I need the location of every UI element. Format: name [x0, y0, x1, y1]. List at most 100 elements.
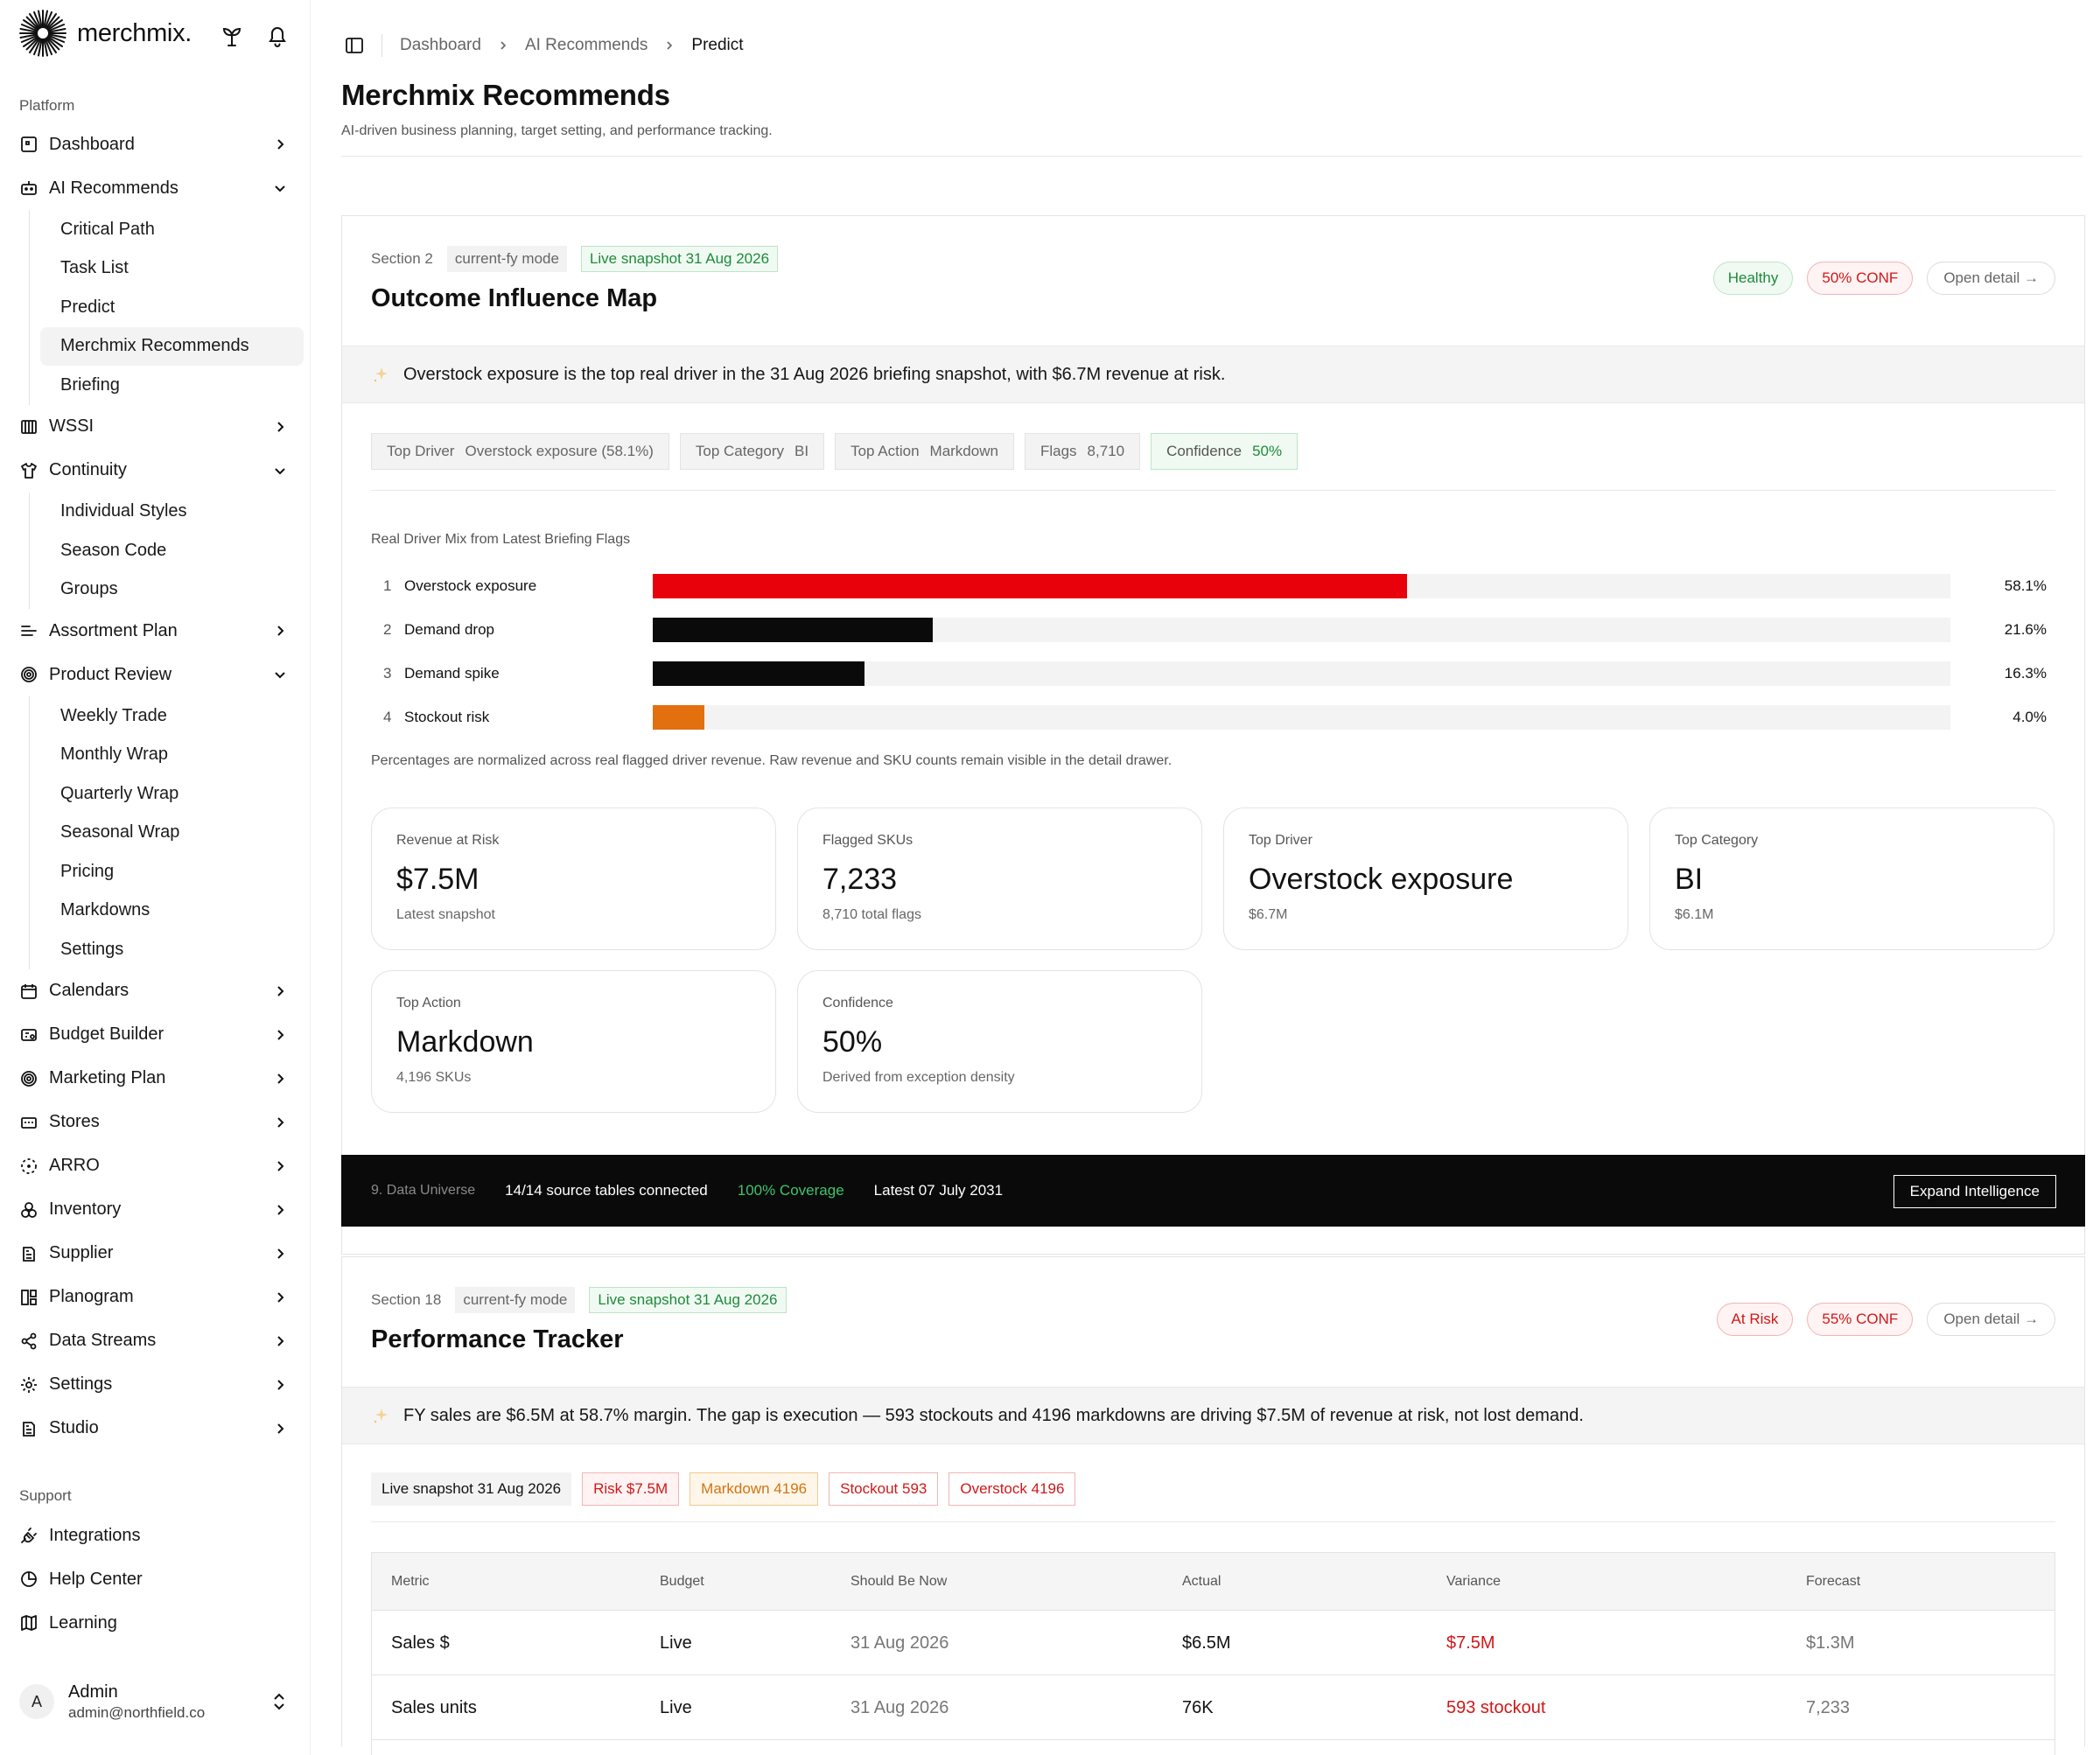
driver-mix: 1 Overstock exposure 58.1% 2 Demand drop…: [371, 566, 2055, 741]
dashboard-icon: [19, 135, 38, 154]
chip-stockout: Stockout 593: [829, 1472, 939, 1506]
column-header-metric[interactable]: Metric: [391, 1574, 430, 1590]
kpi-label: Top Action: [396, 996, 461, 1010]
driver-bar: [653, 661, 864, 686]
expand-intelligence-button[interactable]: Expand Intelligence: [1893, 1175, 2056, 1208]
plug-icon: [19, 1526, 38, 1545]
kpi-card-confidence[interactable]: Confidence 50% Derived from exception de…: [797, 970, 1202, 1113]
kpi-card-top-action[interactable]: Top Action Markdown 4,196 SKUs: [371, 970, 776, 1113]
chevron-right-icon: [277, 985, 284, 996]
breadcrumb-dashboard[interactable]: Dashboard: [400, 36, 481, 55]
sidebar-subitem-seasonal-wrap[interactable]: Seasonal Wrap: [40, 814, 304, 853]
target-icon: [19, 1069, 38, 1088]
chevron-right-icon: [277, 1423, 284, 1434]
sidebar-subitem-merchmix-recommends[interactable]: Merchmix Recommends: [40, 326, 304, 366]
sidebar-subitem-monthly-wrap[interactable]: Monthly Wrap: [40, 736, 304, 775]
sidebar-subitem-settings[interactable]: Settings: [40, 930, 304, 969]
sidebar-subitem-pricing[interactable]: Pricing: [40, 852, 304, 891]
store-icon: [19, 1113, 38, 1132]
sidebar-item-arro[interactable]: ARRO: [0, 1144, 310, 1188]
sidebar-item-marketing-plan[interactable]: Marketing Plan: [0, 1057, 310, 1101]
sidebar-item-integrations[interactable]: Integrations: [0, 1514, 310, 1557]
sidebar-subitem-groups[interactable]: Groups: [40, 570, 304, 610]
kpi-value: 7,233: [822, 863, 898, 896]
section-label: Section 18: [371, 1291, 442, 1308]
mode-tag: current-fy mode: [446, 246, 567, 272]
driver-row[interactable]: 1 Overstock exposure 58.1%: [371, 566, 2055, 610]
chevron-right-icon: [277, 1379, 284, 1390]
sidebar-item-label: Calendars: [49, 981, 130, 1000]
sidebar-item-inventory[interactable]: Inventory: [0, 1188, 310, 1232]
kpi-card-flagged-skus[interactable]: Flagged SKUs 7,233 8,710 total flags: [797, 808, 1202, 950]
sidebar-item-assortment-plan[interactable]: Assortment Plan: [0, 609, 310, 653]
sidebar-item-wssi[interactable]: WSSI: [0, 405, 310, 449]
table-row[interactable]: Sales units Live 31 Aug 2026 76K 593 sto…: [372, 1675, 2054, 1740]
open-detail-button[interactable]: Open detail →: [1927, 1303, 2055, 1336]
column-header-variance[interactable]: Variance: [1446, 1574, 1501, 1590]
breadcrumb-predict: Predict: [691, 36, 744, 54]
sidebar-subitem-predict[interactable]: Predict: [40, 288, 304, 327]
sidebar-subitem-season-code[interactable]: Season Code: [40, 531, 304, 570]
sidebar-item-label: Dashboard: [49, 134, 135, 154]
kpi-subtext: Derived from exception density: [822, 1070, 1015, 1085]
data-universe-label: 9. Data Universe: [371, 1183, 476, 1198]
sidebar-item-supplier[interactable]: Supplier: [0, 1232, 310, 1276]
driver-bar-track: [653, 574, 1950, 598]
chevrons-up-down-icon[interactable]: [270, 1691, 289, 1712]
column-header-actual[interactable]: Actual: [1182, 1574, 1221, 1590]
sidebar-subitem-weekly-trade[interactable]: Weekly Trade: [40, 696, 304, 736]
sidebar-item-continuity[interactable]: Continuity: [0, 449, 310, 493]
sidebar-item-stores[interactable]: Stores: [0, 1101, 310, 1144]
performance-tracker-card: Section 18 current-fy mode Live snapshot…: [341, 1256, 2085, 1755]
kpi-card-top-driver[interactable]: Top Driver Overstock exposure $6.7M: [1223, 808, 1628, 950]
sidebar-subitem-individual-styles[interactable]: Individual Styles: [40, 493, 304, 532]
source-tables-status: 14/14 source tables connected: [505, 1182, 708, 1199]
sidebar-subitem-markdowns[interactable]: Markdowns: [40, 891, 304, 931]
driver-name: Overstock exposure: [404, 577, 537, 594]
sidebar-subitem-task-list[interactable]: Task List: [40, 249, 304, 289]
kpi-label: Top Category: [1675, 833, 1759, 848]
sidebar-subitem-quarterly-wrap[interactable]: Quarterly Wrap: [40, 774, 304, 814]
sidebar-item-product-review[interactable]: Product Review: [0, 653, 310, 696]
sidebar-subitem-briefing[interactable]: Briefing: [40, 366, 304, 405]
sidebar-item-help-center[interactable]: Help Center: [0, 1557, 310, 1601]
boxes-icon: [19, 1200, 38, 1220]
bell-icon[interactable]: [264, 23, 290, 49]
sidebar-item-label: Studio: [49, 1418, 99, 1437]
driver-row[interactable]: 4 Stockout risk 4.0%: [371, 697, 2055, 741]
kpi-card-revenue-at-risk[interactable]: Revenue at Risk $7.5M Latest snapshot: [371, 808, 776, 950]
sidebar-item-settings[interactable]: Settings: [0, 1363, 310, 1407]
sidebar-item-label: Data Streams: [49, 1331, 157, 1350]
column-header-forecast[interactable]: Forecast: [1806, 1574, 1860, 1590]
sidebar-item-ai-recommends[interactable]: AI Recommends: [0, 166, 310, 210]
plant-icon[interactable]: [219, 23, 245, 49]
user-menu[interactable]: A Admin admin@northfield.co: [0, 1675, 310, 1728]
shirt-icon: [19, 461, 38, 480]
sidebar-item-dashboard[interactable]: Dashboard: [0, 122, 310, 166]
driver-rank: 4: [383, 709, 392, 725]
sidebar-subitem-critical-path[interactable]: Critical Path: [40, 210, 304, 249]
kpi-label: Revenue at Risk: [396, 833, 500, 848]
table-row[interactable]: [372, 1740, 2054, 1755]
brand-name: merchmix.: [77, 18, 192, 47]
sidebar-item-budget-builder[interactable]: Budget Builder: [0, 1013, 310, 1057]
column-header-budget[interactable]: Budget: [660, 1574, 704, 1590]
sidebar-toggle-icon[interactable]: [343, 34, 366, 57]
sidebar-item-calendars[interactable]: Calendars: [0, 969, 310, 1013]
table-row[interactable]: Sales $ Live 31 Aug 2026 $6.5M $7.5M $1.…: [372, 1611, 2054, 1675]
sidebar-item-planogram[interactable]: Planogram: [0, 1276, 310, 1319]
driver-row[interactable]: 3 Demand spike 16.3%: [371, 654, 2055, 697]
budget-icon: [19, 1025, 38, 1045]
driver-row[interactable]: 2 Demand drop 21.6%: [371, 610, 2055, 654]
confidence-badge: 50% CONF: [1807, 262, 1914, 295]
brand[interactable]: merchmix.: [18, 9, 192, 58]
kpi-value: BI: [1675, 863, 1704, 896]
column-header-should-be-now[interactable]: Should Be Now: [850, 1574, 947, 1590]
open-detail-button[interactable]: Open detail →: [1927, 262, 2055, 295]
chevron-right-icon: [500, 41, 507, 50]
sidebar-item-studio[interactable]: Studio: [0, 1407, 310, 1451]
breadcrumb-ai-recommends[interactable]: AI Recommends: [525, 36, 648, 55]
kpi-card-top-category[interactable]: Top Category BI $6.1M: [1649, 808, 2054, 950]
sidebar-item-learning[interactable]: Learning: [0, 1601, 310, 1645]
sidebar-item-data-streams[interactable]: Data Streams: [0, 1319, 310, 1363]
